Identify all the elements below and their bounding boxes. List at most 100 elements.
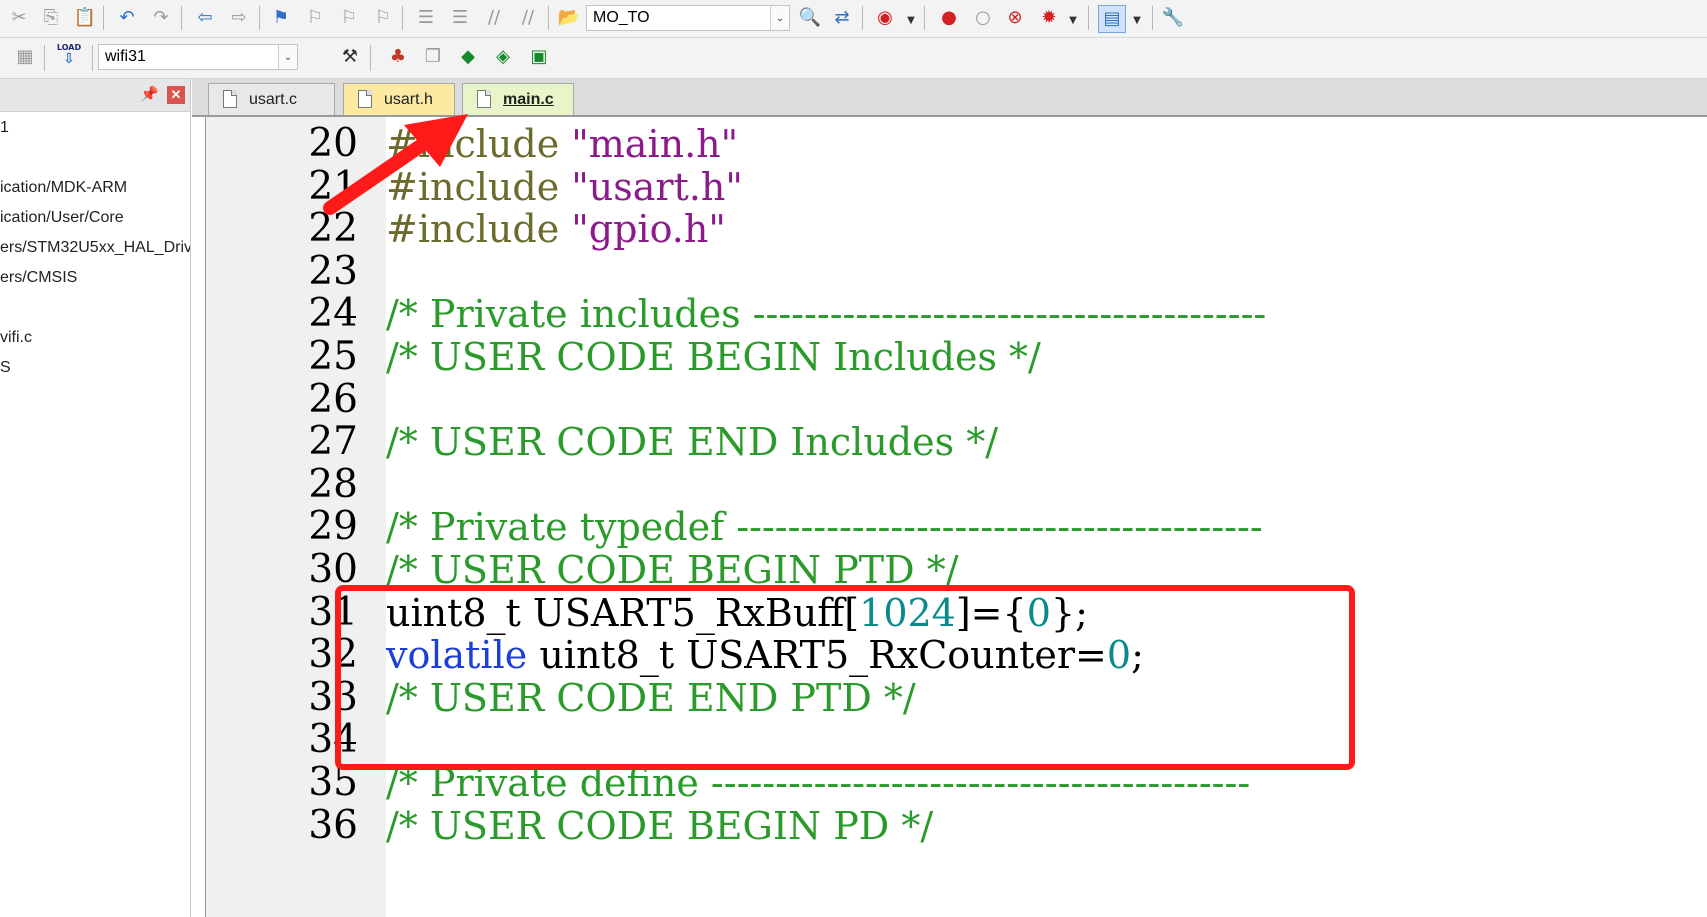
download-icon[interactable]: LOAD ⇩: [56, 42, 82, 68]
line-number: 24: [308, 291, 358, 337]
chevron-down-icon[interactable]: ⌄: [770, 6, 789, 30]
breakpoint-icon[interactable]: ●: [936, 5, 962, 31]
undo-icon[interactable]: ↶: [114, 5, 140, 31]
code-token: #include: [386, 164, 572, 209]
code-text: /* Private define ----------------------…: [386, 760, 1250, 806]
project-panel: 📌 ✕ 1 ication/MDK-ARM ication/User/Core …: [0, 79, 191, 917]
code-line[interactable]: 28: [206, 462, 1707, 508]
clear-bookmark-icon[interactable]: ⚐: [370, 5, 396, 31]
file-extensions-icon[interactable]: ❐: [420, 44, 446, 70]
code-line[interactable]: 20 #include "main.h": [206, 121, 1707, 167]
code-text: uint8_t USART5_RxBuff[1024]={0};: [386, 590, 1088, 636]
code-line[interactable]: 21 #include "usart.h": [206, 164, 1707, 210]
code-line[interactable]: 34: [206, 717, 1707, 763]
chevron-down-icon[interactable]: ▼: [1124, 8, 1150, 34]
target-options-icon[interactable]: ⚒: [337, 44, 363, 70]
panel-header: 📌 ✕: [0, 79, 190, 112]
tree-item[interactable]: S: [0, 359, 190, 377]
prev-bookmark-icon[interactable]: ⚐: [302, 5, 328, 31]
unindent-icon[interactable]: ☰: [447, 5, 473, 31]
chevron-down-icon[interactable]: ⌄: [278, 45, 297, 69]
uncomment-icon[interactable]: //: [515, 5, 541, 31]
code-token: "gpio.h": [571, 207, 726, 252]
pack-installer-icon[interactable]: ▣: [526, 44, 552, 70]
code-token: "main.h": [571, 122, 739, 166]
toolbar-separator: [548, 6, 549, 30]
tab-main-c[interactable]: main.c: [462, 83, 574, 115]
code-line[interactable]: 32 volatile uint8_t USART5_RxCounter=0;: [206, 632, 1707, 678]
code-token: 0: [1026, 590, 1051, 635]
window-layout-icon[interactable]: ▤: [1098, 5, 1126, 33]
code-token: ;: [1131, 633, 1144, 678]
tree-item[interactable]: ication/User/Core: [0, 209, 190, 227]
code-token: /* Private typedef ---------------------…: [386, 505, 1263, 550]
code-line[interactable]: 33 /* USER CODE END PTD */: [206, 675, 1707, 721]
chevron-down-icon[interactable]: ▼: [1060, 8, 1086, 34]
toolbar-separator: [1152, 6, 1153, 30]
toolbar-separator: [370, 45, 371, 71]
tree-item[interactable]: 1: [0, 119, 190, 137]
pin-icon[interactable]: 📌: [140, 85, 159, 103]
line-number: 20: [308, 121, 358, 166]
comment-icon[interactable]: //: [481, 5, 507, 31]
kill-breakpoints-icon[interactable]: ✹: [1036, 5, 1062, 31]
chevron-down-icon[interactable]: ▼: [898, 8, 924, 34]
incremental-find-icon[interactable]: ◉: [872, 5, 898, 31]
code-editor[interactable]: 20 #include "main.h" 21 #include "usart.h" 2…: [205, 117, 1707, 917]
code-line[interactable]: 23: [206, 249, 1707, 295]
batch-build-icon[interactable]: ▦: [12, 44, 38, 70]
indent-icon[interactable]: ☰: [413, 5, 439, 31]
tab-usart-c[interactable]: usart.c: [208, 83, 335, 115]
find-in-files-icon[interactable]: 📂: [556, 5, 582, 31]
code-line[interactable]: 36 /* USER CODE BEGIN PD */: [206, 803, 1707, 849]
code-text: /* USER CODE END PTD */: [386, 675, 916, 721]
clear-breakpoints-icon[interactable]: ⊗: [1002, 5, 1028, 31]
code-text: /* Private typedef ---------------------…: [386, 504, 1263, 550]
toolbar-separator: [181, 6, 182, 30]
nav-forward-icon[interactable]: ⇨: [226, 5, 252, 31]
code-line[interactable]: 31 uint8_t USART5_RxBuff[1024]={0};: [206, 590, 1707, 636]
paste-icon[interactable]: 📋: [72, 5, 98, 31]
next-bookmark-icon[interactable]: ⚐: [336, 5, 362, 31]
configure-icon[interactable]: 🔧: [1160, 5, 1186, 31]
manage-project-icon[interactable]: ♣: [385, 44, 411, 70]
code-line[interactable]: 27 /* USER CODE END Includes */: [206, 419, 1707, 465]
cut-icon[interactable]: ✂: [6, 5, 32, 31]
tree-item[interactable]: vifi.c: [0, 329, 190, 347]
project-target-select[interactable]: wifi31 ⌄: [98, 44, 298, 70]
code-line[interactable]: 25 /* USER CODE BEGIN Includes */: [206, 334, 1707, 380]
code-line[interactable]: 22 #include "gpio.h": [206, 206, 1707, 252]
code-token: "usart.h": [571, 164, 743, 209]
replace-icon[interactable]: ⇄: [829, 5, 855, 31]
target-select[interactable]: MO_TO ⌄: [586, 5, 790, 31]
tab-usart-h[interactable]: usart.h: [343, 83, 455, 115]
disable-breakpoint-icon[interactable]: ○: [970, 5, 996, 31]
find-icon[interactable]: 🔍: [797, 5, 823, 31]
bookmark-icon[interactable]: ⚑: [268, 5, 294, 31]
file-icon: [477, 90, 491, 108]
code-line[interactable]: 29 /* Private typedef -------------------…: [206, 504, 1707, 550]
redo-icon[interactable]: ↷: [148, 5, 174, 31]
code-line[interactable]: 30 /* USER CODE BEGIN PTD */: [206, 547, 1707, 593]
tab-label: main.c: [503, 90, 554, 108]
code-line[interactable]: 26: [206, 377, 1707, 423]
code-token: uint8_t USART5_RxCounter=: [527, 633, 1107, 678]
manage-packs-icon[interactable]: ◆: [455, 44, 481, 70]
code-text: /* USER CODE BEGIN Includes */: [386, 334, 1041, 380]
nav-back-icon[interactable]: ⇦: [192, 5, 218, 31]
code-token: /* USER CODE END PTD */: [386, 675, 916, 720]
code-text: /* Private includes --------------------…: [386, 291, 1266, 337]
close-icon[interactable]: ✕: [167, 86, 185, 104]
line-number: 23: [308, 248, 358, 294]
toolbar-separator: [103, 6, 104, 30]
tree-item[interactable]: ication/MDK-ARM: [0, 179, 190, 197]
select-software-icon[interactable]: ◈: [490, 44, 516, 70]
tree-item[interactable]: ers/CMSIS: [0, 269, 190, 287]
toolbar-separator: [44, 45, 45, 71]
code-line[interactable]: 35 /* Private define --------------------…: [206, 760, 1707, 806]
copy-icon[interactable]: ⎘: [38, 5, 64, 31]
code-line[interactable]: 24 /* Private includes ------------------…: [206, 291, 1707, 337]
code-text: volatile uint8_t USART5_RxCounter=0;: [386, 632, 1144, 678]
tree-item[interactable]: ers/STM32U5xx_HAL_Driv: [0, 239, 190, 257]
code-text: #include "gpio.h": [386, 206, 726, 252]
